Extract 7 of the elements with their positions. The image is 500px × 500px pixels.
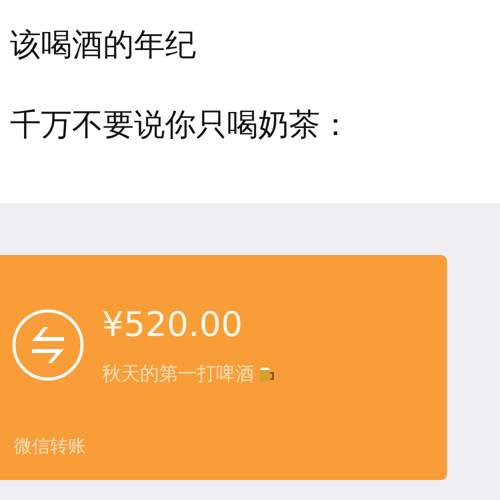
- transfer-icon: [12, 309, 84, 381]
- amount: ¥520.00: [102, 305, 244, 345]
- transfer-note: 秋天的第一打啤酒: [102, 362, 254, 387]
- caption-line: 该喝酒的年纪: [10, 26, 197, 65]
- transfer-card[interactable]: ¥520.00 秋天的第一打啤酒 微信转账: [0, 255, 447, 480]
- caption-line: 千万不要说你只喝奶茶：: [10, 106, 352, 145]
- transfer-label: 微信转账: [14, 435, 87, 458]
